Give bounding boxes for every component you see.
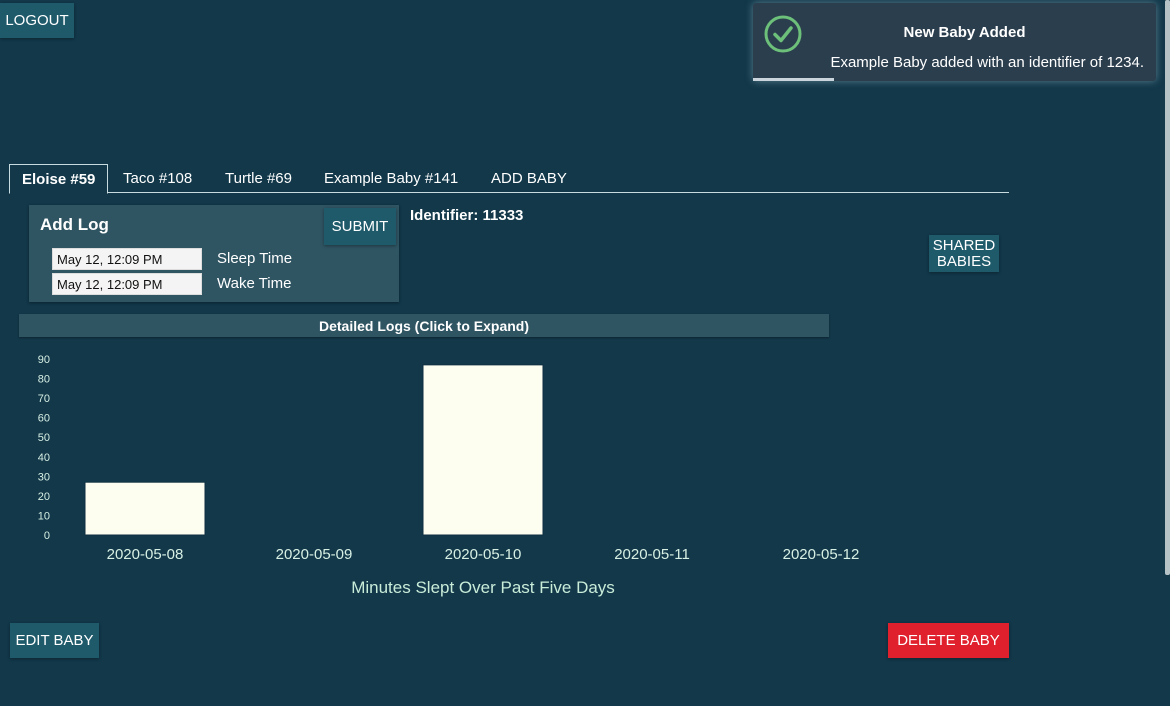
detailed-logs-toggle[interactable]: Detailed Logs (Click to Expand) bbox=[19, 314, 829, 337]
chart-title: Minutes Slept Over Past Five Days bbox=[351, 578, 615, 597]
x-tick-label: 2020-05-10 bbox=[445, 546, 522, 563]
x-tick-label: 2020-05-09 bbox=[276, 546, 353, 563]
toast-title: New Baby Added bbox=[903, 24, 1026, 41]
bars bbox=[84, 364, 544, 536]
x-tick-label: 2020-05-11 bbox=[614, 546, 690, 563]
delete-baby-button[interactable]: DELETE BABY bbox=[888, 623, 1009, 658]
y-tick-label: 10 bbox=[38, 510, 50, 522]
sleep-chart: 0 10 20 30 40 50 60 70 80 90 2020-05-08 2020-05-09… bbox=[38, 354, 860, 597]
y-tick-label: 40 bbox=[38, 452, 50, 464]
toast-progress-bar bbox=[753, 78, 834, 81]
y-tick-label: 30 bbox=[38, 471, 50, 483]
x-axis: 2020-05-08 2020-05-09 2020-05-10 2020-05-11… bbox=[107, 546, 860, 563]
sleep-time-label: Sleep Time bbox=[217, 250, 293, 267]
sleep-time-input[interactable]: May 12, 12:09 PM bbox=[52, 248, 202, 270]
baby-tabs: Eloise #59 Taco #108 Turtle #69 Example … bbox=[9, 164, 1009, 194]
y-tick-label: 70 bbox=[38, 393, 50, 405]
y-axis: 0 10 20 30 40 50 60 70 80 90 bbox=[38, 354, 50, 542]
y-tick-label: 0 bbox=[44, 530, 50, 542]
shared-babies-button[interactable]: SHARED BABIES bbox=[929, 235, 999, 272]
y-tick-label: 80 bbox=[38, 374, 50, 386]
add-log-panel: Add Log SUBMIT May 12, 12:09 PM Sleep Ti… bbox=[29, 205, 399, 302]
tab-add-baby[interactable]: ADD BABY bbox=[491, 164, 567, 193]
submit-button[interactable]: SUBMIT bbox=[324, 208, 396, 245]
tab-turtle[interactable]: Turtle #69 bbox=[225, 164, 292, 193]
bar bbox=[84, 481, 206, 536]
x-tick-label: 2020-05-12 bbox=[783, 546, 860, 563]
y-tick-label: 20 bbox=[38, 491, 50, 503]
bar bbox=[422, 364, 544, 536]
toast-message: Example Baby added with an identifier of… bbox=[830, 54, 1144, 71]
baby-identifier: Identifier: 11333 bbox=[410, 207, 524, 224]
y-tick-label: 50 bbox=[38, 432, 50, 444]
y-tick-label: 90 bbox=[38, 354, 50, 366]
tab-taco[interactable]: Taco #108 bbox=[123, 164, 192, 193]
x-tick-label: 2020-05-08 bbox=[107, 546, 184, 563]
wake-time-label: Wake Time bbox=[217, 275, 292, 292]
tab-eloise[interactable]: Eloise #59 bbox=[9, 164, 109, 194]
edit-baby-button[interactable]: EDIT BABY bbox=[10, 623, 99, 658]
wake-time-input[interactable]: May 12, 12:09 PM bbox=[52, 273, 202, 295]
toast-notification[interactable]: New Baby Added Example Baby added with a… bbox=[753, 3, 1156, 81]
logout-button[interactable]: LOGOUT bbox=[0, 3, 74, 38]
add-log-title: Add Log bbox=[40, 215, 109, 234]
tab-example-baby[interactable]: Example Baby #141 bbox=[324, 164, 458, 193]
scrollbar[interactable] bbox=[1165, 0, 1170, 575]
y-tick-label: 60 bbox=[38, 413, 50, 425]
